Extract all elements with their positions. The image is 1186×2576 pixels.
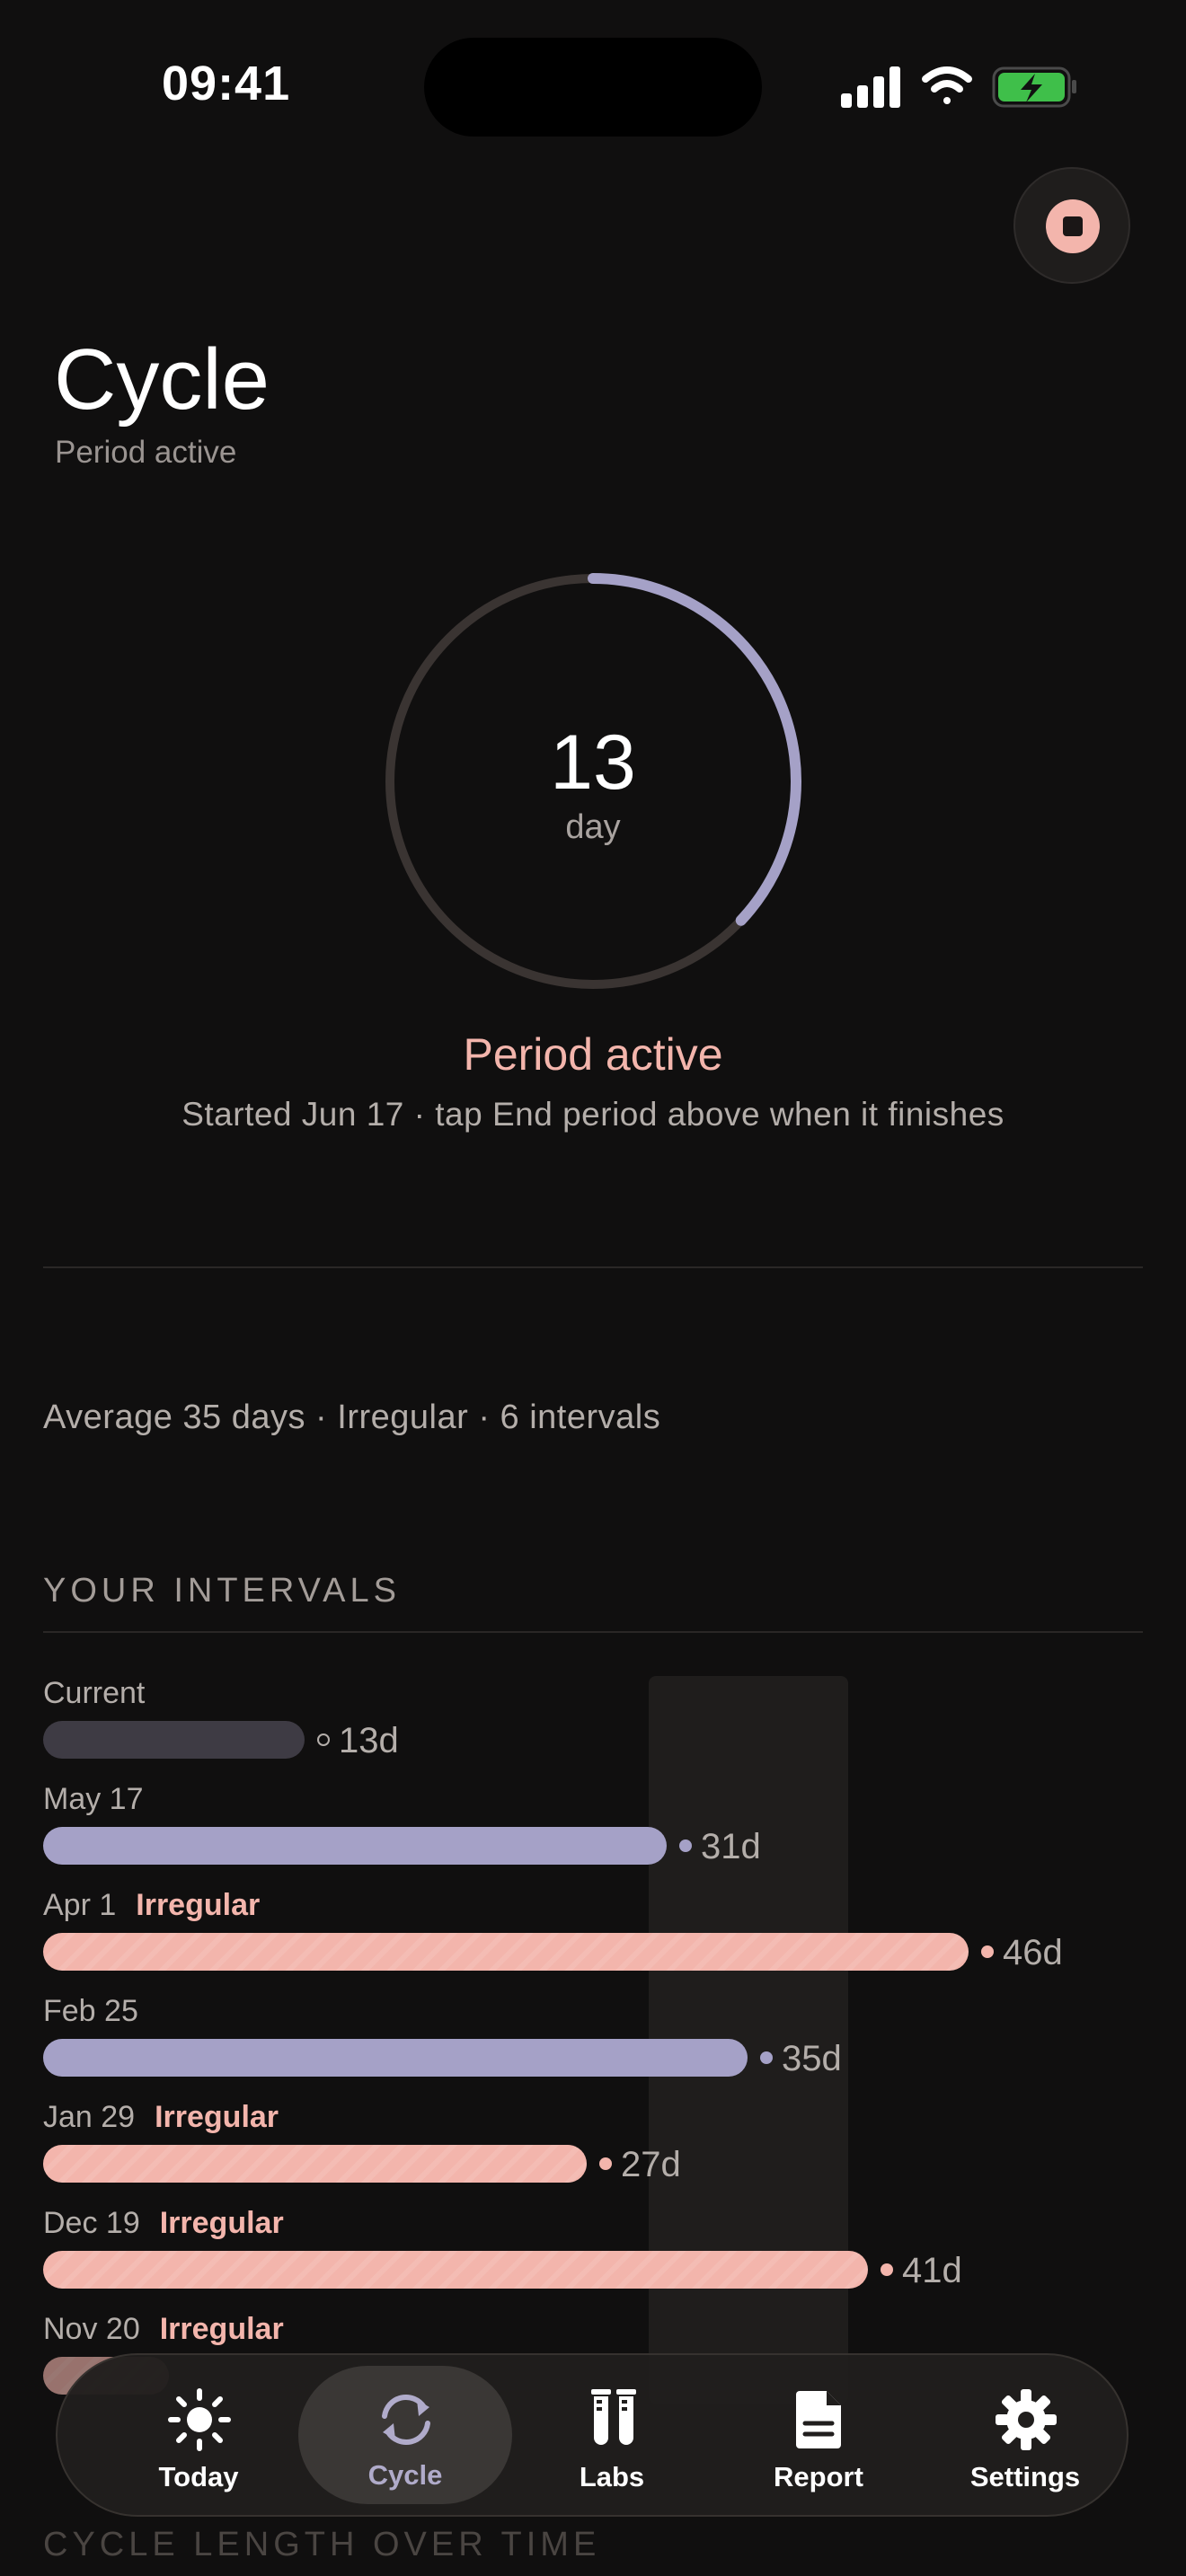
tab-cycle[interactable]: Cycle [298, 2366, 512, 2504]
interval-date: Current [43, 1676, 145, 1711]
cycle-icon [382, 2394, 430, 2446]
tab-label: Today [158, 2461, 239, 2492]
interval-length: 13d [339, 1721, 399, 1760]
interval-date-text: Apr 1 [43, 1888, 117, 1922]
test-tubes-icon [591, 2389, 636, 2445]
interval-date-text: Jan 29 [43, 2100, 136, 2134]
tab-labs[interactable]: Labs [505, 2355, 719, 2515]
interval-date-text: Feb 25 [43, 1994, 138, 2028]
interval-bar[interactable] [43, 1721, 305, 1759]
interval-date-text: Dec 19 [43, 2206, 140, 2240]
interval-date: Jan 29 Irregular [43, 2100, 279, 2135]
irregular-flag: Irregular [155, 2100, 279, 2134]
status-detail: Started Jun 17 · tap End period above wh… [181, 1096, 1005, 1133]
interval-bar[interactable] [43, 1933, 969, 1971]
tab-settings[interactable]: Settings [918, 2355, 1132, 2515]
tab-report[interactable]: Report [712, 2355, 925, 2515]
status-icons [841, 66, 1076, 108]
interval-dot [760, 2051, 773, 2064]
page-subtitle: Period active [55, 435, 237, 470]
interval-date: Dec 19 Irregular [43, 2206, 284, 2241]
stop-icon [1046, 199, 1100, 253]
gear-icon [996, 2389, 1057, 2450]
interval-dot [881, 2263, 893, 2276]
interval-date: May 17 [43, 1782, 144, 1817]
interval-dot [679, 1839, 692, 1852]
interval-date-text: Current [43, 1676, 146, 1710]
status-title: Period active [463, 1029, 723, 1080]
cycle-day-number: 13 [550, 719, 636, 806]
irregular-flag: Irregular [159, 2206, 284, 2240]
intervals-section-header: YOUR INTERVALS [43, 1572, 402, 1610]
interval-bar[interactable] [43, 2039, 748, 2077]
interval-date: Nov 20 Irregular [43, 2312, 284, 2347]
irregular-flag: Irregular [159, 2312, 284, 2346]
interval-length: 27d [621, 2145, 681, 2184]
interval-length: 46d [1003, 1933, 1063, 1972]
wifi-icon [922, 66, 972, 104]
cycle-summary: Average 35 days · Irregular · 6 interval… [43, 1398, 661, 1436]
interval-bar[interactable] [43, 1827, 667, 1865]
interval-date: Feb 25 [43, 1994, 138, 2029]
document-icon [796, 2391, 841, 2448]
interval-date: Apr 1 Irregular [43, 1888, 260, 1923]
interval-dot [599, 2157, 612, 2170]
tab-bar: Today Cycle Labs Report Settings [56, 2353, 1128, 2517]
dynamic-island [424, 38, 762, 137]
interval-length: 35d [782, 2039, 842, 2078]
tab-today[interactable]: Today [92, 2355, 305, 2515]
tab-label: Cycle [367, 2459, 443, 2491]
signal-icon [841, 66, 900, 108]
tab-label: Labs [579, 2461, 645, 2492]
interval-dot [317, 1734, 330, 1746]
interval-bar[interactable] [43, 2251, 868, 2289]
battery-icon [992, 66, 1076, 108]
interval-date-text: May 17 [43, 1782, 144, 1816]
interval-dot [981, 1945, 994, 1958]
cycle-length-section-header: CYCLE LENGTH OVER TIME [43, 2526, 601, 2563]
interval-bar[interactable] [43, 2145, 587, 2183]
section-divider [43, 1631, 1143, 1633]
status-time: 09:41 [162, 57, 291, 110]
tab-label: Report [774, 2461, 863, 2492]
interval-length: 31d [701, 1827, 761, 1866]
irregular-flag: Irregular [136, 1888, 261, 1922]
cycle-day-unit: day [565, 808, 621, 846]
interval-date-text: Nov 20 [43, 2312, 140, 2346]
sun-icon [168, 2388, 231, 2451]
interval-length: 41d [902, 2251, 962, 2290]
page-title: Cycle [54, 331, 270, 428]
tab-label: Settings [969, 2461, 1081, 2492]
divider [43, 1266, 1143, 1268]
end-period-button[interactable] [1013, 167, 1130, 284]
